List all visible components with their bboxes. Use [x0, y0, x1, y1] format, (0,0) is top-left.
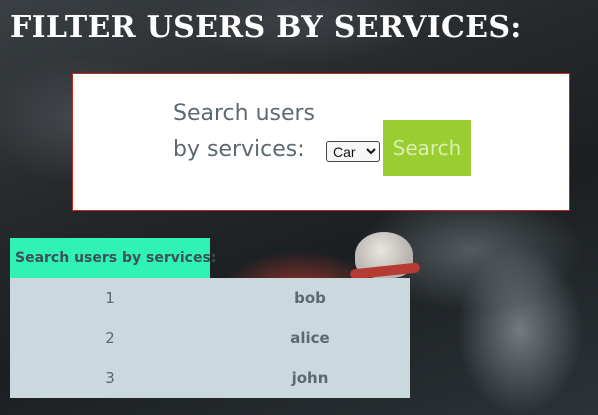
search-button[interactable]: Search: [383, 120, 471, 176]
user-id-cell: 1: [105, 289, 115, 307]
results-caption: Search users by services:: [10, 238, 216, 278]
user-name-cell: john: [291, 369, 329, 387]
user-name-cell: bob: [294, 289, 326, 307]
search-label: Search users by services:: [173, 101, 316, 162]
user-id-cell: 2: [105, 329, 115, 347]
table-row: 2 alice: [10, 318, 410, 358]
user-name-cell: alice: [290, 329, 330, 347]
search-form-card: Search users by services: Car Search: [72, 73, 570, 211]
service-select[interactable]: Car: [326, 141, 380, 162]
results-table: 1 bob 2 alice 3 john: [10, 278, 410, 398]
table-row: 1 bob: [10, 278, 410, 318]
page-title: FILTER USERS BY SERVICES:: [10, 10, 522, 45]
table-row: 3 john: [10, 358, 410, 398]
user-id-cell: 3: [105, 369, 115, 387]
